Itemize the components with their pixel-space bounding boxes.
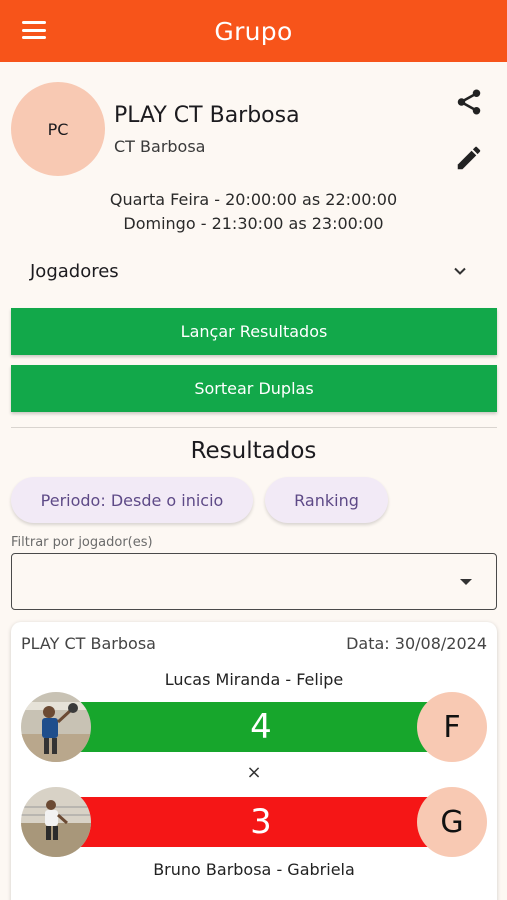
- menu-icon[interactable]: [22, 21, 46, 39]
- schedule-item: Domingo - 21:30:00 as 23:00:00: [123, 214, 384, 233]
- dropdown-caret-icon: [460, 579, 472, 585]
- launch-results-button[interactable]: Lançar Resultados: [11, 308, 497, 355]
- group-name: PLAY CT Barbosa: [114, 103, 300, 128]
- match-group-name: PLAY CT Barbosa: [21, 634, 156, 653]
- team-a-photo: [21, 692, 91, 762]
- players-label: Jogadores: [30, 260, 119, 282]
- team-b-initial: G: [417, 787, 487, 857]
- results-title: Resultados: [190, 438, 317, 464]
- share-icon[interactable]: [454, 87, 484, 117]
- match-date: Data: 30/08/2024: [346, 634, 487, 653]
- team-a-score-bar: 4: [66, 702, 456, 752]
- schedule-item: Quarta Feira - 20:00:00 as 22:00:00: [109, 190, 398, 209]
- player-filter-label: Filtrar por jogador(es): [11, 535, 153, 550]
- match-card[interactable]: PLAY CT Barbosa Data: 30/08/2024 Lucas M…: [11, 622, 497, 900]
- team-b-players: Bruno Barbosa - Gabriela: [153, 860, 355, 879]
- team-a-players: Lucas Miranda - Felipe: [164, 670, 344, 689]
- group-initials: PC: [47, 119, 69, 139]
- team-a-initial: F: [417, 692, 487, 762]
- players-expander[interactable]: Jogadores: [30, 258, 470, 284]
- ranking-chip[interactable]: Ranking: [265, 477, 388, 523]
- divider: [11, 427, 497, 428]
- page-title: Grupo: [214, 16, 293, 46]
- player-filter-dropdown[interactable]: [11, 553, 497, 610]
- period-filter-chip[interactable]: Periodo: Desde o inicio: [11, 477, 253, 523]
- team-a-score: 4: [250, 707, 272, 747]
- chevron-down-icon: [454, 267, 466, 275]
- draw-pairs-button[interactable]: Sortear Duplas: [11, 365, 497, 412]
- schedule-list: Quarta Feira - 20:00:00 as 22:00:00 Domi…: [0, 188, 507, 236]
- group-location: CT Barbosa: [114, 137, 206, 156]
- app-bar: Grupo: [0, 0, 507, 62]
- team-b-score: 3: [250, 802, 272, 842]
- edit-icon[interactable]: [454, 143, 484, 173]
- group-avatar: PC: [11, 82, 105, 176]
- team-b-photo: [21, 787, 91, 857]
- versus-icon: ×: [246, 762, 262, 783]
- team-b-score-bar: 3: [66, 797, 456, 847]
